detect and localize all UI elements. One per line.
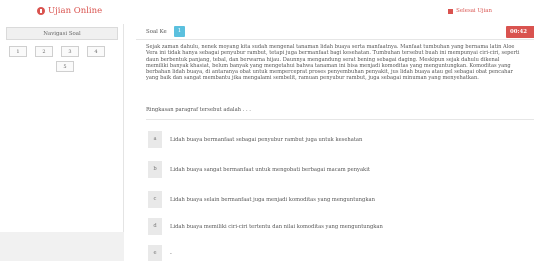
- option-text: Lidah buaya selain bermanfaat juga menja…: [170, 196, 375, 203]
- answer-option-a[interactable]: a Lidah buaya bermanfaat sebagai penyubu…: [148, 131, 534, 148]
- option-text: Lidah buaya memiliki ciri-ciri tertentu …: [170, 223, 383, 230]
- option-text: Lidah buaya bermanfaat sebagai penyubur …: [170, 136, 363, 143]
- question-label: Soal Ke: [146, 29, 167, 35]
- passage-line: yang baik dan sangat membantu jika menga…: [146, 75, 479, 82]
- nav-button-4[interactable]: 4: [87, 46, 105, 57]
- app-title: Ujian Online: [48, 6, 103, 16]
- divider: [146, 119, 534, 120]
- passage-line: Vera ini tidak hanya sebagai penyubur ra…: [146, 50, 520, 57]
- question-panel: Soal Ke 1 00:42 Sejak zaman dahulu, nene…: [136, 24, 534, 261]
- sidebar-footer: [0, 232, 124, 261]
- answer-option-c[interactable]: c Lidah buaya selain bermanfaat juga men…: [148, 191, 534, 208]
- timer-badge: 00:42: [506, 26, 534, 38]
- answer-option-d[interactable]: d Lidah buaya memiliki ciri-ciri tertent…: [148, 218, 534, 235]
- nav-button-2[interactable]: 2: [35, 46, 53, 57]
- answer-option-e[interactable]: e -: [148, 245, 534, 261]
- passage-line: daun berbentuk panjang, tebal, dan berwa…: [146, 56, 500, 63]
- finish-exam-label: Selesai Ujian: [456, 8, 492, 14]
- stop-icon: [448, 8, 454, 14]
- app-header: Ujian Online Selesai Ujian: [0, 0, 534, 22]
- option-key: d: [148, 218, 162, 235]
- option-key: c: [148, 191, 162, 208]
- nav-button-5[interactable]: 5: [56, 61, 74, 72]
- sidebar: Navigasi Soal 1 2 3 4 5: [0, 24, 124, 261]
- nav-button-1[interactable]: 1: [9, 46, 27, 57]
- sidebar-title: Navigasi Soal: [6, 27, 118, 40]
- graduation-icon: [37, 7, 45, 15]
- answer-option-b[interactable]: b Lidah buaya sangat bermanfaat untuk me…: [148, 161, 534, 178]
- question-passage: Sejak zaman dahulu, nenek moyang kita su…: [146, 44, 534, 82]
- question-number-badge: 1: [174, 26, 185, 37]
- option-text: -: [170, 250, 172, 257]
- brand: Ujian Online: [37, 6, 102, 16]
- option-text: Lidah buaya sangat bermanfaat untuk meng…: [170, 166, 370, 173]
- option-key: e: [148, 245, 162, 261]
- option-key: a: [148, 131, 162, 148]
- finish-exam-button[interactable]: Selesai Ujian: [448, 8, 492, 14]
- question-header: Soal Ke 1 00:42: [136, 24, 534, 40]
- option-key: b: [148, 161, 162, 178]
- question-prompt: Ringkasan paragraf tersebut adalah . . .: [146, 107, 251, 113]
- nav-button-3[interactable]: 3: [61, 46, 79, 57]
